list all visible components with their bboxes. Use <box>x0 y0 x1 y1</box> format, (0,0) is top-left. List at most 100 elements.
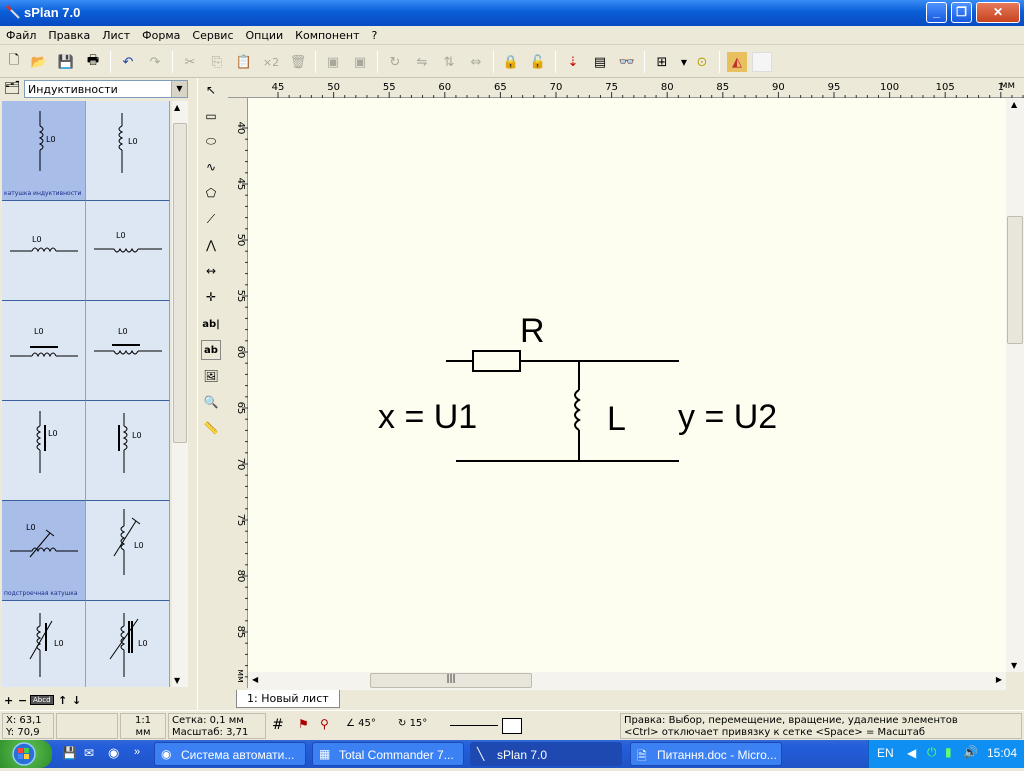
parts-list-icon[interactable]: ▤ <box>590 52 610 72</box>
language-indicator[interactable]: EN <box>877 746 894 760</box>
duplicate-button[interactable]: ×2 <box>261 52 281 72</box>
grid-dropdown-icon[interactable]: ▼ <box>674 52 694 72</box>
curve-tool-icon[interactable]: ∿ <box>201 157 221 177</box>
color-fill-icon[interactable]: ◭ <box>727 52 747 72</box>
task-total-commander[interactable]: ▦ Total Commander 7... <box>312 742 464 766</box>
minimize-button[interactable]: _ <box>926 2 947 23</box>
menu-sheet[interactable]: Лист <box>96 26 136 42</box>
rectangle-tool-icon[interactable]: ▭ <box>201 106 221 126</box>
line-style-preview[interactable] <box>450 725 498 726</box>
menu-options[interactable]: Опции <box>240 26 290 42</box>
cut-icon[interactable]: ✂ <box>180 52 200 72</box>
tab-sheet-1[interactable]: 1: Новый лист <box>236 690 340 708</box>
component-cell[interactable]: L0 <box>86 401 170 501</box>
close-button[interactable]: ✕ <box>976 2 1020 23</box>
resistor-symbol[interactable] <box>472 350 521 372</box>
open-folder-icon[interactable]: 📂 <box>29 52 49 72</box>
move-down-button[interactable]: ↓ <box>72 694 81 707</box>
component-cell[interactable]: L0 <box>2 401 86 501</box>
canvas-hscroll-thumb[interactable]: ||| <box>370 673 532 688</box>
print-icon[interactable]: 🖶 <box>83 52 103 72</box>
menu-file[interactable]: Файл <box>0 26 42 42</box>
task-chrome[interactable]: ◉ Система автомати... <box>154 742 306 766</box>
canvas-horizontal-scrollbar[interactable]: ◀ ||| ▶ <box>248 672 1006 690</box>
component-cell[interactable]: L0 <box>86 201 170 301</box>
move-up-button[interactable]: ↑ <box>58 694 67 707</box>
menu-shape[interactable]: Форма <box>136 26 186 42</box>
quicklaunch-chrome-icon[interactable]: ◉ <box>108 745 119 761</box>
node-tool-icon[interactable]: ✛ <box>201 287 221 307</box>
mirror-vertical-icon[interactable]: ⇅ <box>439 52 459 72</box>
grid-toggle-icon[interactable]: # <box>272 717 284 733</box>
component-cell[interactable]: L0 <box>86 101 170 201</box>
component-cell[interactable]: L0 <box>86 601 170 687</box>
menu-component[interactable]: Компонент <box>289 26 365 42</box>
search-binoculars-icon[interactable]: 👓 <box>617 52 637 72</box>
inductor-label[interactable]: L <box>607 400 626 439</box>
snap-icon[interactable]: ⚑ <box>298 717 309 731</box>
component-cell[interactable]: L0 <box>2 601 86 687</box>
component-cell[interactable]: L0 катушка индуктивности <box>2 101 86 201</box>
canvas-vertical-scrollbar[interactable]: ▲ ▼ <box>1006 98 1024 672</box>
grid-icon[interactable]: ⊞ <box>652 52 672 72</box>
task-word[interactable]: 🗎 Питання.doc - Micro... <box>630 742 782 766</box>
component-cell[interactable]: L0 <box>2 301 86 401</box>
fill-preview[interactable] <box>502 718 522 734</box>
chevron-down-icon[interactable]: ▼ <box>171 81 187 97</box>
rename-library-button[interactable]: Abcd <box>30 695 54 705</box>
numbering-icon[interactable]: ⇣ <box>563 52 583 72</box>
remove-library-button[interactable]: − <box>18 694 27 707</box>
quicklaunch-outlook-icon[interactable]: ✉ <box>84 746 94 760</box>
library-scroll-thumb[interactable] <box>173 123 187 443</box>
scroll-right-icon[interactable]: ▶ <box>996 675 1002 684</box>
bring-front-icon[interactable]: ▣ <box>323 52 343 72</box>
component-cell[interactable]: L0 <box>86 301 170 401</box>
library-combo[interactable]: Индуктивности ▼ <box>24 80 188 98</box>
scroll-down-icon[interactable]: ▼ <box>1011 661 1017 670</box>
rotation-box[interactable]: ↻ 15° <box>398 718 427 729</box>
new-file-icon[interactable]: 🗋 <box>4 52 24 72</box>
menu-help[interactable]: ? <box>365 26 383 42</box>
redo-icon[interactable]: ↷ <box>145 52 165 72</box>
output-voltage-label[interactable]: y = U2 <box>678 398 777 437</box>
component-cell[interactable]: L0 <box>2 201 86 301</box>
polygon-tool-icon[interactable]: ⬠ <box>201 183 221 203</box>
group-icon[interactable]: 🔒 <box>501 52 521 72</box>
tray-battery-icon[interactable]: ▮ <box>945 745 952 759</box>
restore-button[interactable]: ❐ <box>951 2 972 23</box>
save-icon[interactable]: 💾 <box>56 52 76 72</box>
scroll-down-icon[interactable]: ▼ <box>174 676 180 685</box>
tray-volume-icon[interactable]: 🔊 <box>963 745 978 759</box>
align-icon[interactable]: ⇔ <box>466 52 486 72</box>
task-splan[interactable]: ╲ sPlan 7.0 <box>470 742 622 766</box>
color-swatch[interactable] <box>752 52 772 72</box>
resistor-label[interactable]: R <box>520 312 545 351</box>
canvas-vscroll-thumb[interactable] <box>1007 216 1023 344</box>
copy-icon[interactable]: ⎘ <box>207 52 227 72</box>
measure-tool-icon[interactable]: 📏 <box>201 418 221 438</box>
paste-icon[interactable]: 📋 <box>234 52 254 72</box>
image-tool-icon[interactable]: 🖼 <box>201 366 221 386</box>
rotate-icon[interactable]: ↻ <box>385 52 405 72</box>
mirror-horizontal-icon[interactable]: ⇋ <box>412 52 432 72</box>
angle-box[interactable]: ∠ 45° <box>346 718 376 729</box>
zoom-tool-icon[interactable]: 🔍 <box>201 392 221 412</box>
quicklaunch-more-icon[interactable]: » <box>134 746 140 758</box>
inductor-symbol[interactable] <box>574 389 581 431</box>
input-voltage-label[interactable]: x = U1 <box>378 398 477 437</box>
magnet-icon[interactable]: ⚲ <box>320 717 329 731</box>
text-tool[interactable]: ab| <box>201 314 221 334</box>
undo-icon[interactable]: ↶ <box>118 52 138 72</box>
dimension-tool-icon[interactable]: ↔ <box>201 261 221 281</box>
delete-icon[interactable]: 🗑 <box>288 52 308 72</box>
start-button[interactable] <box>0 740 52 768</box>
component-cell[interactable]: L0 подстроечная катушка <box>2 501 86 601</box>
scroll-left-icon[interactable]: ◀ <box>252 675 258 684</box>
textbox-tool[interactable]: ab <box>201 340 221 360</box>
menu-service[interactable]: Сервис <box>186 26 239 42</box>
add-library-button[interactable]: + <box>4 694 13 707</box>
menu-edit[interactable]: Правка <box>42 26 96 42</box>
send-back-icon[interactable]: ▣ <box>350 52 370 72</box>
zoom-icon[interactable]: ⊙ <box>692 52 712 72</box>
drawing-canvas[interactable]: R L x = U1 y = U2 <box>248 98 1006 672</box>
